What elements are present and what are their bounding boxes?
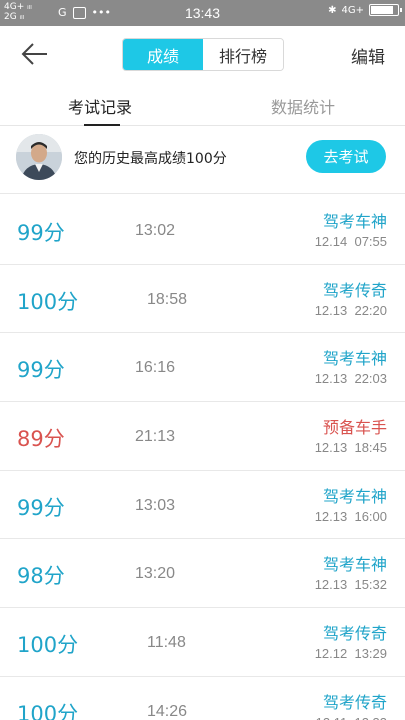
segment-scores[interactable]: 成绩 [123, 39, 203, 70]
record-duration: 13:02 [135, 222, 176, 239]
battery-icon [369, 4, 402, 16]
exam-record-row[interactable]: 100分 11:48 驾考传奇 12.12 13:29 [0, 608, 405, 677]
record-title: 驾考传奇 [322, 624, 387, 644]
segmented-control: 成绩 排行榜 [122, 38, 284, 71]
record-title: 驾考车神 [322, 349, 387, 369]
take-exam-button[interactable]: 去考试 [306, 140, 386, 173]
record-title: 驾考传奇 [322, 280, 387, 300]
record-score: 100分 [17, 289, 79, 314]
exam-record-row[interactable]: 99分 13:03 驾考车神 12.13 16:00 [0, 471, 405, 540]
record-date: 12.13 18:45 [314, 440, 387, 456]
record-date: 12.13 22:20 [314, 302, 387, 318]
record-date: 12.11 12:33 [316, 715, 387, 720]
exam-record-row[interactable]: 99分 16:16 驾考车神 12.13 22:03 [0, 333, 405, 403]
record-date: 12.13 15:32 [314, 577, 387, 593]
tab-exam-records[interactable]: 考试记录 [68, 94, 132, 118]
nav-bar: 成绩 排行榜 编辑 [0, 26, 405, 82]
record-date: 12.13 16:00 [314, 508, 387, 524]
arrow-left-icon [21, 43, 47, 65]
record-title: 驾考车神 [322, 486, 387, 506]
best-score-banner: 您的历史最高成绩100分 去考试 [0, 126, 405, 194]
record-score: 99分 [17, 358, 65, 383]
record-title: 驾考车神 [322, 555, 387, 575]
record-duration: 16:16 [135, 359, 176, 377]
edit-button[interactable]: 编辑 [351, 43, 385, 68]
sub-tabs: 考试记录 数据统计 [0, 82, 405, 126]
record-duration: 13:20 [135, 565, 176, 583]
record-date: 12.12 13:29 [314, 646, 387, 662]
record-title: 驾考传奇 [322, 692, 387, 712]
record-duration: 21:13 [135, 428, 176, 446]
tab-data-stats[interactable]: 数据统计 [271, 94, 335, 118]
record-score: 99分 [17, 221, 65, 245]
record-duration: 11:48 [147, 634, 186, 652]
exam-record-row[interactable]: 100分 14:26 驾考传奇 12.11 12:33 [0, 677, 405, 720]
exam-record-row[interactable]: 99分 13:02 驾考车神 12.14 07:55 [0, 196, 405, 265]
record-duration: 14:26 [147, 702, 188, 720]
record-score: 99分 [17, 495, 65, 520]
record-score: 100分 [17, 633, 79, 658]
network-4g: 4G+ [341, 4, 365, 16]
user-photo-icon [16, 134, 62, 180]
record-duration: 18:58 [147, 290, 188, 308]
status-bar: 4G+ ᵢₗₗ 2G ᵢₗₗ G ••• 13:43 ✱ 4G+ [0, 0, 405, 26]
avatar [16, 134, 62, 180]
record-date: 12.13 22:03 [314, 371, 387, 387]
exam-record-list: 99分 13:02 驾考车神 12.14 07:55 100分 18:58 驾考传奇 12.1… [0, 196, 405, 720]
status-right: ✱ 4G+ [328, 4, 402, 16]
exam-record-row[interactable]: 98分 13:20 驾考车神 12.13 15:32 [0, 539, 405, 609]
record-title: 驾考车神 [322, 212, 387, 231]
segment-ranking[interactable]: 排行榜 [203, 39, 283, 70]
back-button[interactable] [20, 40, 50, 68]
record-date: 12.14 07:55 [314, 234, 387, 249]
bluetooth-icon: ✱ [328, 4, 337, 16]
record-score: 89分 [17, 427, 65, 452]
record-duration: 13:03 [135, 496, 176, 514]
record-score: 100分 [17, 701, 79, 720]
best-score-text: 您的历史最高成绩100分 [74, 151, 227, 167]
record-score: 98分 [17, 564, 65, 589]
record-title: 预备车手 [322, 418, 387, 438]
exam-record-row[interactable]: 89分 21:13 预备车手 12.13 18:45 [0, 402, 405, 471]
exam-record-row[interactable]: 100分 18:58 驾考传奇 12.13 22:20 [0, 265, 405, 334]
